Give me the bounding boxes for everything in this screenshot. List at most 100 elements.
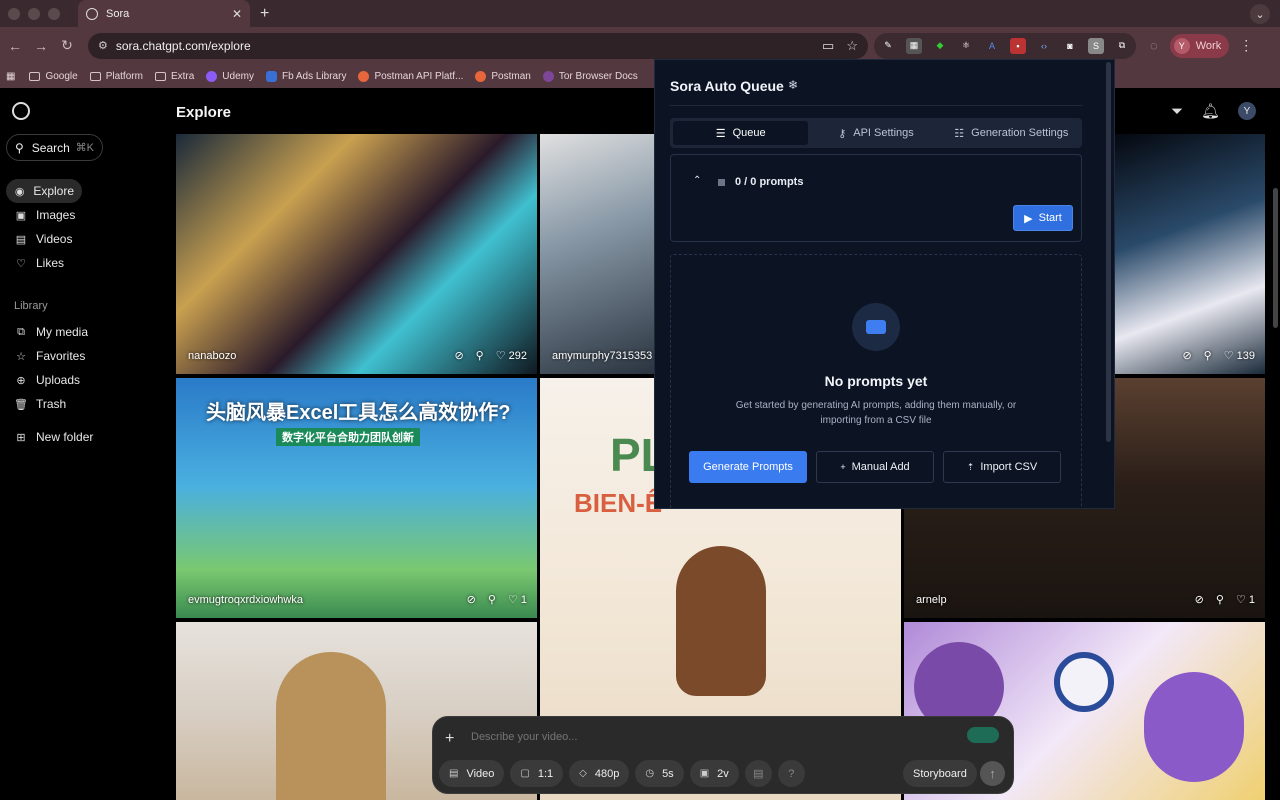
type-selector[interactable]: ▤ Video xyxy=(439,760,505,787)
add-media-icon[interactable]: + xyxy=(445,730,454,748)
import-csv-button[interactable]: ⇡ Import CSV xyxy=(943,451,1061,483)
window-controls[interactable] xyxy=(8,7,60,20)
cast-icon[interactable]: ▭ xyxy=(822,38,834,54)
remix-icon[interactable]: ⊘ xyxy=(1195,593,1204,606)
button-label: Manual Add xyxy=(851,461,910,473)
feed-tile[interactable]: nanabozo ⊘ ⚲ ♡ 292 xyxy=(176,134,537,374)
page-scrollbar[interactable] xyxy=(1273,188,1278,328)
stop-icon[interactable] xyxy=(718,179,725,186)
feed-tile[interactable]: 头脑风暴Excel工具怎么高效协作? 数字化平台合助力团队创新 evmugtro… xyxy=(176,378,537,618)
bookmark-label: Extra xyxy=(170,70,195,82)
menu-icon[interactable]: ⋮ xyxy=(1239,37,1253,54)
extensions-bar: ✎ ▦ ◆ ⚛ A ▪ ‹› ◙ S ⧉ xyxy=(874,32,1136,59)
tab-queue[interactable]: ☰ Queue xyxy=(673,121,809,145)
sidebar-item-my-media[interactable]: ⧉ My media xyxy=(6,320,96,344)
bookmark-platform[interactable]: Platform xyxy=(89,71,143,82)
diamond-icon: ◇ xyxy=(579,768,587,779)
avatar[interactable]: Y xyxy=(1238,102,1256,120)
apps-icon[interactable]: ▦ xyxy=(6,71,15,82)
chevron-up-icon[interactable]: ⌃ xyxy=(693,175,701,186)
feed-tile[interactable]: amymurphy7315353 xyxy=(540,134,654,374)
duration-selector[interactable]: ◷ 5s xyxy=(635,760,684,787)
sidebar-item-likes[interactable]: ♡ Likes xyxy=(6,251,72,275)
bookmark-label: Fb Ads Library xyxy=(281,70,347,82)
like-count: 292 xyxy=(508,350,527,362)
sidebar-item-uploads[interactable]: ⊕ Uploads xyxy=(6,368,88,392)
reload-icon[interactable]: ↻ xyxy=(54,37,80,54)
sidebar-item-favorites[interactable]: ☆ Favorites xyxy=(6,344,93,368)
bookmark-postman-api[interactable]: Postman API Platf... xyxy=(358,70,463,82)
panel-scrollbar[interactable] xyxy=(1106,62,1111,442)
search-button[interactable]: ⚲ Search ⌘K xyxy=(6,134,103,161)
generate-prompts-button[interactable]: Generate Prompts xyxy=(689,451,807,483)
aspect-ratio-selector[interactable]: ▢ 1:1 xyxy=(510,760,564,787)
variations-selector[interactable]: ▣ 2v xyxy=(689,760,739,787)
like-button[interactable]: ♡ 292 xyxy=(496,349,527,362)
close-icon[interactable]: ✕ xyxy=(232,7,242,21)
sync-icon[interactable]: ◌ xyxy=(1150,38,1158,53)
like-button[interactable]: ♡ 1 xyxy=(508,593,527,606)
openai-logo-icon[interactable] xyxy=(12,102,30,120)
code-extension-icon[interactable]: ‹› xyxy=(1036,38,1052,54)
grammarly-icon[interactable] xyxy=(967,727,999,743)
grid-extension-icon[interactable]: ▦ xyxy=(906,37,922,54)
header-actions: ⏷ 🔔︎ Y xyxy=(1171,102,1256,120)
new-tab-icon[interactable]: + xyxy=(260,5,269,23)
sora-queue-extension-icon[interactable]: S xyxy=(1088,37,1104,54)
back-icon[interactable]: ← xyxy=(2,38,28,54)
tile-username[interactable]: amymurphy7315353 xyxy=(552,350,652,362)
search-icon[interactable]: ⚲ xyxy=(488,593,496,606)
camera-extension-icon[interactable]: ◙ xyxy=(1062,38,1078,54)
site-info-icon[interactable]: ⚙ xyxy=(98,39,108,52)
tile-username[interactable]: nanabozo xyxy=(188,350,236,362)
prompt-input[interactable] xyxy=(471,731,951,743)
chevron-down-icon[interactable]: ⌄ xyxy=(1250,4,1270,24)
bookmark-extra[interactable]: Extra xyxy=(154,70,195,82)
sidebar-item-videos[interactable]: ▤ Videos xyxy=(6,227,80,251)
search-icon[interactable]: ⚲ xyxy=(1216,593,1224,606)
red-extension-icon[interactable]: ▪ xyxy=(1010,37,1026,54)
bookmark-google[interactable]: Google xyxy=(29,71,78,82)
like-button[interactable]: ♡ 1 xyxy=(1236,593,1255,606)
sidebar-item-images[interactable]: ▣ Images xyxy=(6,203,83,227)
browser-tab[interactable]: Sora ✕ xyxy=(78,0,250,27)
tile-username[interactable]: evmugtroqxrdxiowhwka xyxy=(188,594,303,606)
new-folder-button[interactable]: ⊞ New folder xyxy=(6,425,101,449)
green-extension-icon[interactable]: ◆ xyxy=(932,38,948,54)
tab-api-settings[interactable]: ⚷ API Settings xyxy=(808,121,943,145)
library-heading: Library xyxy=(14,300,48,312)
bell-icon[interactable]: 🔔︎ xyxy=(1201,102,1220,120)
bookmark-tor[interactable]: Tor Browser Docs xyxy=(542,70,638,82)
bookmark-star-icon[interactable]: ☆ xyxy=(846,38,858,54)
storyboard-button[interactable]: Storyboard xyxy=(903,760,977,787)
remix-icon[interactable]: ⊘ xyxy=(467,593,476,606)
tile-username[interactable]: arnelp xyxy=(916,594,947,606)
feed-tile[interactable]: ⊘ ⚲ ♡ 139 xyxy=(1115,134,1265,374)
sidebar-item-trash[interactable]: 🗑 Trash xyxy=(6,392,74,416)
forward-icon[interactable]: → xyxy=(28,38,54,54)
submit-button[interactable]: ↑ xyxy=(980,761,1005,786)
tab-title: Sora xyxy=(106,7,130,20)
start-button[interactable]: ▶ Start xyxy=(1013,205,1073,231)
help-button[interactable]: ? xyxy=(777,760,805,787)
puzzle-extensions-icon[interactable]: ⧉ xyxy=(1114,38,1130,54)
search-icon[interactable]: ⚲ xyxy=(476,349,484,362)
remix-icon[interactable]: ⊘ xyxy=(1182,349,1191,362)
filter-icon[interactable]: ⏷ xyxy=(1171,103,1183,120)
address-bar[interactable]: ⚙ sora.chatgpt.com/explore ▭ ☆ xyxy=(88,32,868,59)
bookmark-postman[interactable]: Postman xyxy=(475,70,531,82)
remix-icon[interactable]: ⊘ xyxy=(454,349,463,362)
bookmark-fb-ads[interactable]: Fb Ads Library xyxy=(265,70,347,82)
tab-generation-settings[interactable]: ☷ Generation Settings xyxy=(944,121,1079,145)
sidebar-item-explore[interactable]: ◉ Explore xyxy=(6,179,82,203)
presets-button[interactable]: ▤ xyxy=(744,760,772,787)
manual-add-button[interactable]: + Manual Add xyxy=(816,451,934,483)
bookmark-udemy[interactable]: Udemy xyxy=(206,70,254,82)
profile-chip[interactable]: Y Work xyxy=(1169,33,1230,58)
react-extension-icon[interactable]: ⚛ xyxy=(958,38,974,54)
quality-selector[interactable]: ◇ 480p xyxy=(569,760,630,787)
font-extension-icon[interactable]: A xyxy=(984,38,1000,54)
like-button[interactable]: ♡ 139 xyxy=(1224,349,1255,362)
search-icon[interactable]: ⚲ xyxy=(1204,349,1212,362)
pen-extension-icon[interactable]: ✎ xyxy=(880,38,896,54)
